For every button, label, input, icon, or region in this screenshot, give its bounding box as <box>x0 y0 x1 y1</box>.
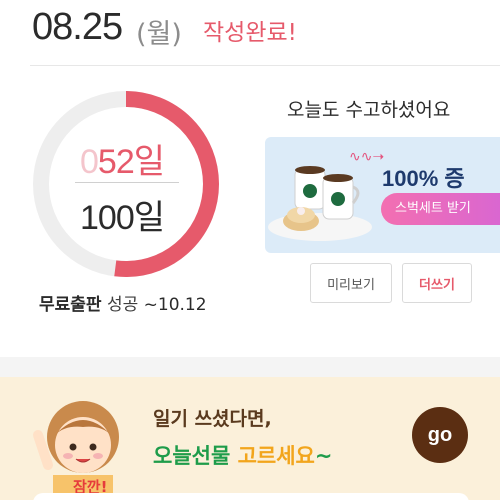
cheer-message: 오늘도 수고하셨어요 <box>287 99 451 121</box>
goal-line: 무료출판 성공 ~10.12 <box>39 290 207 315</box>
go-button[interactable]: go <box>412 407 468 463</box>
next-card-edge <box>33 493 469 500</box>
promo-line2-gift: 오늘선물 <box>153 444 231 468</box>
diary-screen: 08.25 (월) 작성완료! 052일 100일 무료출판 성공 ~10.12… <box>0 0 500 500</box>
promo-line2: 오늘선물 고르세요~ <box>153 440 332 470</box>
day-of-week: (월) <box>136 19 182 50</box>
status-complete: 작성완료! <box>203 20 297 46</box>
days-written: 052일 <box>80 134 165 183</box>
banner-headline: 100% 증 <box>382 166 465 191</box>
goal-label: 무료출판 <box>39 295 102 315</box>
progress-ring <box>33 91 219 277</box>
days-written-value: 52일 <box>97 143 165 181</box>
promo-line2-tilde: ~ <box>314 444 333 468</box>
days-goal: 100일 <box>80 199 165 237</box>
character-illustration: 잠깐! <box>33 401 119 500</box>
progress-separator <box>75 182 179 183</box>
days-written-leading-zero: 0 <box>80 143 99 181</box>
entry-date: 08.25 <box>32 6 123 48</box>
preview-button[interactable]: 미리보기 <box>310 263 392 303</box>
squiggle-decoration-icon: ∿∿➝ <box>349 149 385 165</box>
write-more-button[interactable]: 더쓰기 <box>402 263 472 303</box>
banner-pill[interactable]: 스벅세트 받기 <box>381 193 500 225</box>
goal-date: ~10.12 <box>143 295 207 315</box>
promo-line2-choose: 고르세요 <box>237 444 315 468</box>
starbucks-banner[interactable]: ∿∿➝ 100% 증 스벅세트 받기 <box>265 137 500 253</box>
header-divider <box>30 65 500 66</box>
gift-promo-banner[interactable]: 잠깐! 일기 쓰셨다면, 오늘선물 고르세요~ go <box>0 377 500 500</box>
goal-result: 성공 <box>106 295 139 315</box>
section-gap <box>0 357 500 377</box>
promo-line1: 일기 쓰셨다면, <box>153 408 272 430</box>
